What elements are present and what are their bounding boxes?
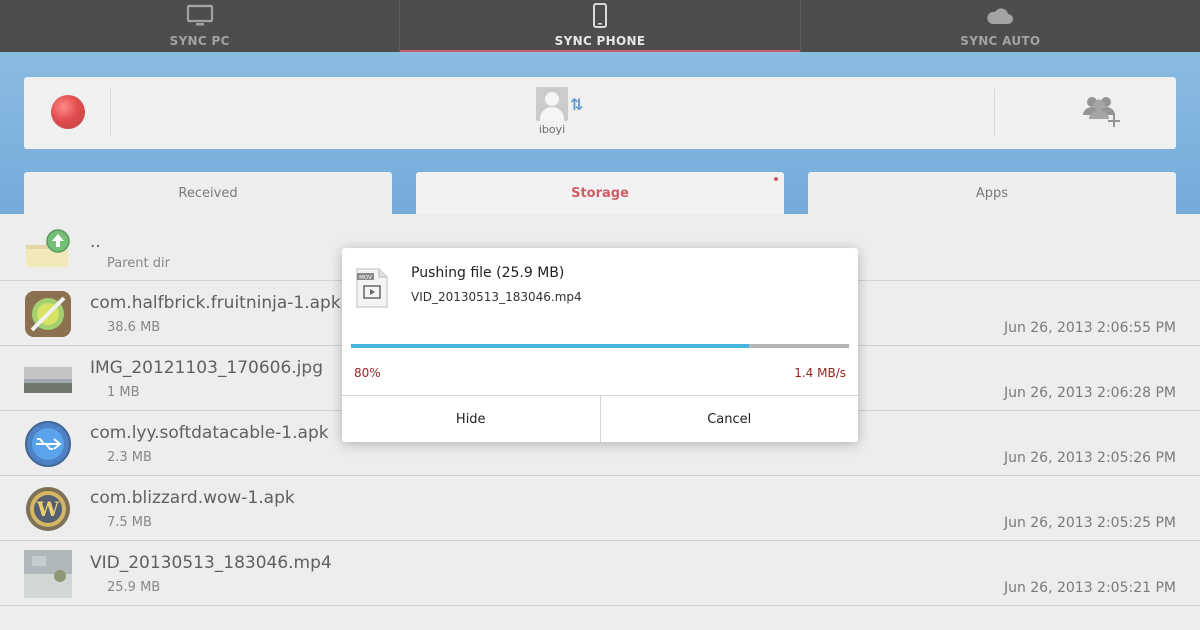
progress-percent: 80%	[354, 366, 381, 380]
upload-progress-bar	[351, 344, 849, 348]
file-type-label: MOV	[359, 275, 372, 281]
hide-button[interactable]: Hide	[342, 396, 600, 442]
push-file-dialog: MOV Pushing file (25.9 MB) VID_20130513_…	[342, 248, 858, 442]
transfer-speed: 1.4 MB/s	[794, 366, 846, 380]
video-file-icon: MOV	[355, 268, 389, 308]
hide-button-label: Hide	[455, 411, 486, 427]
dialog-filename: VID_20130513_183046.mp4	[411, 290, 582, 304]
dialog-title: Pushing file (25.9 MB)	[411, 265, 565, 281]
dialog-buttons: Hide Cancel	[342, 395, 858, 442]
cancel-button-label: Cancel	[707, 411, 752, 427]
cancel-button[interactable]: Cancel	[599, 396, 859, 442]
progress-fill	[351, 344, 750, 348]
